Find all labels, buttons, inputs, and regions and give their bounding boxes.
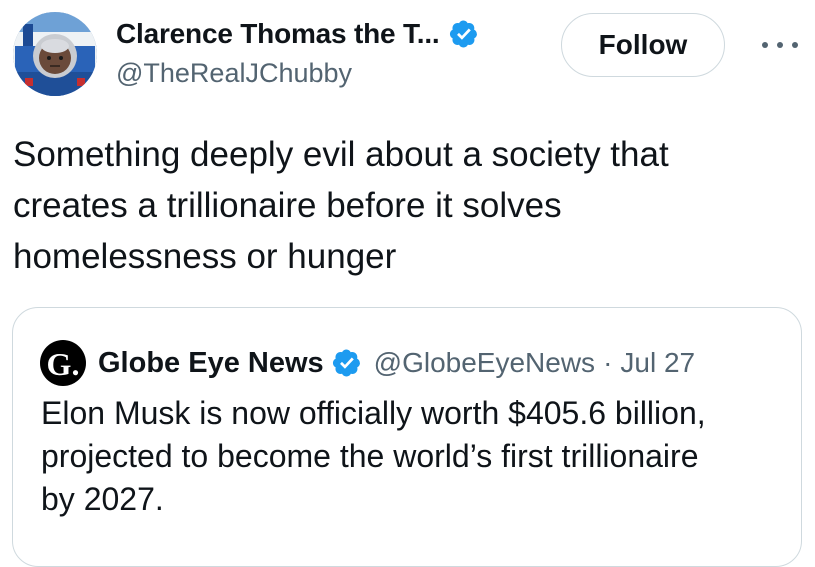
more-dot <box>792 42 798 48</box>
author-display-name[interactable]: Clarence Thomas the T... <box>116 18 440 50</box>
more-horizontal-icon[interactable] <box>762 32 798 58</box>
quoted-text-line: Elon Musk is now officially worth $405.6… <box>41 395 706 431</box>
quoted-date[interactable]: Jul 27 <box>620 347 695 379</box>
verified-badge-icon[interactable] <box>449 19 479 49</box>
more-dot <box>777 42 783 48</box>
tweet-text-line: homelessness or hunger <box>13 237 397 276</box>
tweet-text: Something deeply evil about a society th… <box>13 129 783 282</box>
tweet-text-line: Something deeply evil about a society th… <box>13 135 669 174</box>
quoted-tweet-card[interactable]: G. Globe Eye News @GlobeEyeNews · Jul 27… <box>12 307 802 567</box>
quoted-display-name[interactable]: Globe Eye News <box>98 347 324 380</box>
avatar-image <box>13 12 97 96</box>
quoted-text-line: projected to become the world’s first tr… <box>41 438 699 474</box>
tweet-text-line: creates a trillionaire before it solves <box>13 186 562 225</box>
quoted-tweet-header: G. Globe Eye News @GlobeEyeNews · Jul 27 <box>40 340 695 386</box>
avatar[interactable] <box>13 12 97 96</box>
author-handle[interactable]: @TheRealJChubby <box>116 58 352 89</box>
author-name-row: Clarence Thomas the T... <box>116 14 479 54</box>
quoted-handle[interactable]: @GlobeEyeNews <box>374 347 595 379</box>
logo-letter: G. <box>46 346 80 382</box>
quoted-tweet-text: Elon Musk is now officially worth $405.6… <box>41 392 781 521</box>
follow-button[interactable]: Follow <box>561 13 725 77</box>
separator-dot: · <box>603 347 613 378</box>
globe-eye-logo-icon[interactable]: G. <box>40 340 86 386</box>
more-dot <box>762 42 768 48</box>
quoted-text-line: by 2027. <box>41 481 164 517</box>
verified-badge-icon[interactable] <box>332 348 362 378</box>
